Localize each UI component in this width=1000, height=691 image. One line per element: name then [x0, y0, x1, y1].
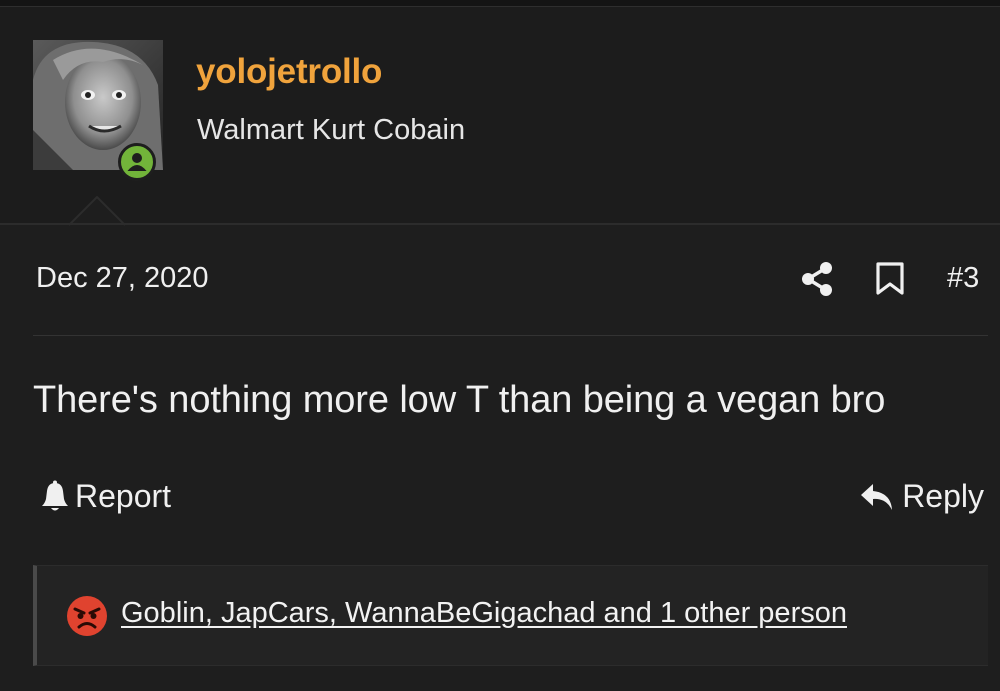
header-divider	[0, 223, 1000, 225]
post-number-link[interactable]: #3	[947, 262, 979, 295]
user-header: yolojetrollo Walmart Kurt Cobain	[0, 7, 1000, 223]
top-border	[0, 0, 1000, 7]
user-title: Walmart Kurt Cobain	[197, 114, 466, 146]
meta-divider	[33, 335, 988, 336]
report-label: Report	[75, 478, 172, 514]
bell-icon	[42, 480, 68, 510]
reply-arrow-icon	[861, 483, 893, 510]
reaction-users-link[interactable]: Goblin, JapCars, WannaBeGigachad and 1 o…	[121, 597, 847, 630]
report-button[interactable]: Report	[39, 478, 171, 515]
post-date[interactable]: Dec 27, 2020	[36, 262, 209, 295]
share-icon[interactable]	[800, 261, 834, 297]
caret-pointer	[69, 196, 125, 226]
reply-label: Reply	[902, 478, 984, 514]
angry-face-icon	[67, 596, 107, 636]
reactions-bar: Goblin, JapCars, WannaBeGigachad and 1 o…	[33, 565, 988, 666]
username-link[interactable]: yolojetrollo	[196, 52, 382, 92]
reply-button[interactable]: Reply	[860, 478, 984, 515]
bookmark-icon[interactable]	[875, 262, 905, 296]
online-status-icon	[118, 143, 156, 181]
post-body: There's nothing more low T than being a …	[33, 379, 886, 421]
avatar-wrap[interactable]	[33, 40, 163, 181]
